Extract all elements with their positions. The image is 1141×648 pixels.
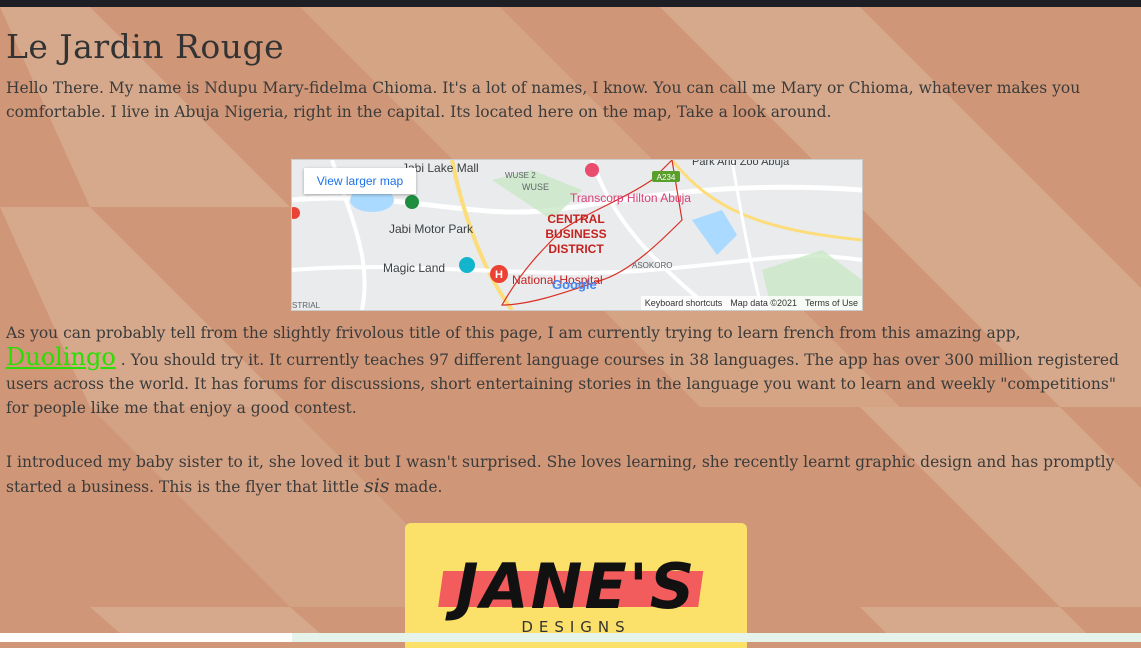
page-title: Le Jardin Rouge (6, 27, 285, 66)
para3-start-text: I introduced my baby sister to it, she l… (6, 453, 1115, 496)
map-asokoro: ASOKORO (632, 261, 672, 270)
svg-text:H: H (495, 269, 503, 281)
sister-paragraph: I introduced my baby sister to it, she l… (6, 450, 1141, 499)
flyer-image: JANE'S DESIGNS (405, 523, 747, 648)
map-magic-land: Magic Land (383, 261, 445, 275)
view-larger-map-link[interactable]: View larger map (304, 168, 416, 194)
map-trial: STRIAL (292, 301, 321, 310)
para3-end-text: made. (394, 478, 443, 496)
taskbar-left-area (0, 633, 292, 642)
intro-paragraph: Hello There. My name is Ndupu Mary-fidel… (6, 79, 1081, 121)
map-wuse: WUSE (522, 182, 549, 192)
map-cbd-2: BUSINESS (545, 227, 606, 241)
keyboard-shortcuts-link[interactable]: Keyboard shortcuts (645, 296, 723, 310)
main-content: Le Jardin Rouge Hello There. My name is … (6, 7, 1141, 648)
taskbar (0, 633, 1141, 642)
map-park-zoo: Park And Zoo Abuja (692, 160, 790, 168)
map-jabi-motor: Jabi Motor Park (389, 222, 474, 236)
map-cbd-1: CENTRAL (547, 212, 604, 226)
map-transcorp: Transcorp Hilton Abuja (570, 191, 691, 205)
flyer-graphic: JANE'S DESIGNS (405, 523, 747, 648)
para2-start-text: As you can probably tell from the slight… (6, 324, 1021, 342)
browser-top-bar (0, 0, 1141, 7)
map-cbd-3: DISTRICT (548, 242, 604, 256)
para2-end-text: . You should try it. It currently teache… (6, 351, 1119, 417)
map-footer: Keyboard shortcuts Map data ©2021 Terms … (640, 296, 862, 310)
map-wuse2: WUSE 2 (505, 171, 536, 180)
map-a234: A234 (657, 173, 676, 182)
duolingo-paragraph: As you can probably tell from the slight… (6, 321, 1141, 420)
map-google-logo: Google (552, 277, 597, 292)
map-data-credit: Map data ©2021 (730, 298, 797, 308)
flyer-brand: JANE'S (445, 550, 697, 623)
sis-emphasis: sis (363, 475, 390, 497)
embedded-map[interactable]: H A234 Jabi Lake Mall WUSE 2 WUSE Park A… (291, 159, 863, 311)
terms-of-use-link[interactable]: Terms of Use (805, 296, 858, 310)
duolingo-link[interactable]: Duolingo (6, 343, 116, 371)
